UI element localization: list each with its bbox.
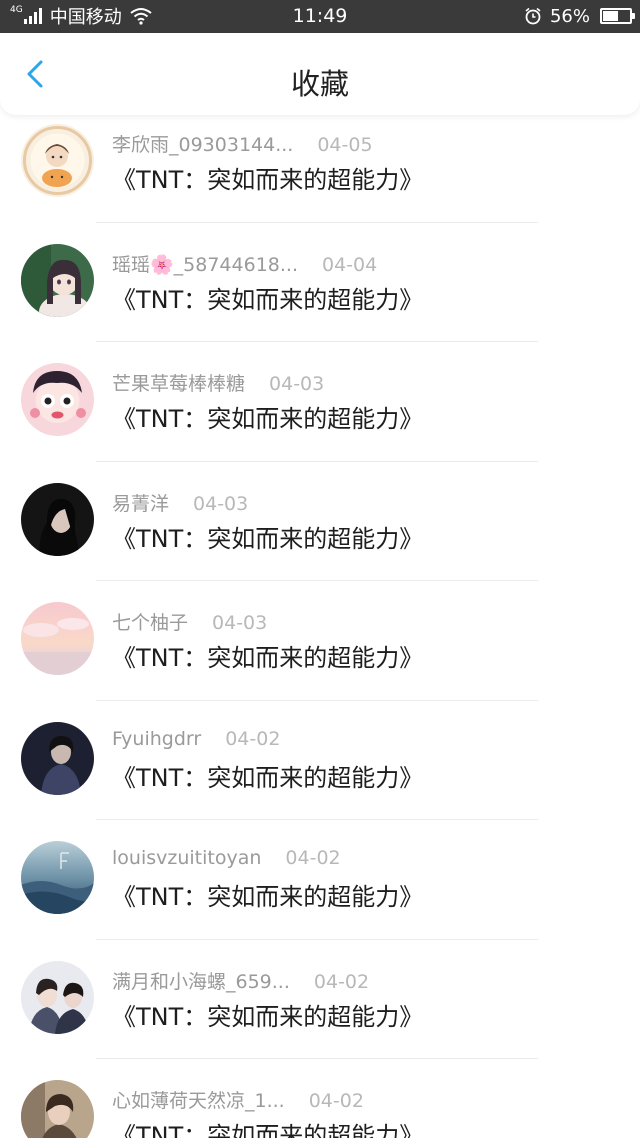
work-title[interactable]: 《TNT：突如而来的超能力》 [112, 160, 423, 195]
favorite-item[interactable]: 瑶瑶🌸_58744618... 04-04 《TNT：突如而来的超能力》 [0, 223, 640, 342]
username[interactable]: 心如薄荷天然凉_1... [112, 1090, 285, 1112]
username[interactable]: 瑶瑶🌸_58744618... [112, 254, 298, 276]
username[interactable]: Fyuihgdrr [112, 728, 201, 750]
work-title[interactable]: 《TNT：突如而来的超能力》 [112, 638, 423, 673]
favorite-date: 04-04 [321, 253, 378, 276]
avatar[interactable] [21, 721, 94, 795]
favorite-item[interactable]: 七个柚子 04-03 《TNT：突如而来的超能力》 [0, 581, 640, 701]
username[interactable]: 易菁洋 [112, 493, 169, 515]
avatar[interactable] [21, 124, 94, 197]
favorite-date: 04-02 [225, 727, 281, 750]
favorite-date: 04-03 [212, 612, 268, 634]
username[interactable]: 李欣雨_09303144... [112, 134, 293, 156]
avatar[interactable] [21, 243, 94, 317]
work-title[interactable]: 《TNT：突如而来的超能力》 [112, 399, 423, 434]
username[interactable]: 七个柚子 [112, 612, 188, 634]
favorite-item[interactable]: 满月和小海螺_659... 04-02 《TNT：突如而来的超能力》 [0, 940, 640, 1059]
favorite-meta: 七个柚子 04-03 [112, 608, 267, 635]
favorite-item[interactable]: 李欣雨_09303144... 04-05 《TNT：突如而来的超能力》 [0, 103, 640, 223]
work-title[interactable]: 《TNT：突如而来的超能力》 [112, 519, 423, 554]
avatar[interactable] [21, 960, 94, 1034]
nav-header: 收藏 [0, 33, 640, 115]
status-bar: 4G 中国移动 11:49 56% [0, 0, 640, 33]
avatar[interactable] [21, 363, 94, 436]
page-title: 收藏 [290, 67, 349, 101]
battery-icon [600, 8, 635, 24]
favorite-meta: 瑶瑶🌸_58744618... 04-04 [112, 250, 377, 277]
avatar[interactable] [21, 1080, 94, 1138]
alarm-icon [525, 7, 541, 25]
favorite-meta: 李欣雨_09303144... 04-05 [112, 130, 373, 157]
status-bar-right: 56% [524, 5, 635, 27]
favorite-date: 04-03 [193, 492, 249, 515]
favorite-item[interactable]: 易菁洋 04-03 《TNT：突如而来的超能力》 [0, 462, 640, 581]
work-title[interactable]: 《TNT：突如而来的超能力》 [112, 758, 423, 793]
favorite-item[interactable]: 芒果草莓棒棒糖 04-03 《TNT：突如而来的超能力》 [0, 342, 640, 462]
favorite-meta: 易菁洋 04-03 [112, 489, 248, 516]
avatar[interactable] [21, 602, 94, 675]
favorite-meta: louisvzuititoyan 04-02 [112, 847, 341, 869]
work-title[interactable]: 《TNT：突如而来的超能力》 [112, 997, 423, 1032]
battery-percent: 56% [549, 5, 590, 27]
username[interactable]: 芒果草莓棒棒糖 [112, 373, 245, 395]
username[interactable]: 满月和小海螺_659... [112, 971, 290, 993]
favorite-meta: 芒果草莓棒棒糖 04-03 [112, 369, 324, 396]
battery-level [603, 11, 618, 21]
work-title[interactable]: 《TNT：突如而来的超能力》 [112, 1116, 423, 1138]
favorite-date: 04-02 [313, 970, 370, 993]
avatar[interactable] [21, 841, 94, 914]
favorite-item[interactable]: louisvzuititoyan 04-02 《TNT：突如而来的超能力》 [0, 820, 640, 940]
work-title[interactable]: 《TNT：突如而来的超能力》 [112, 877, 423, 912]
username[interactable]: louisvzuititoyan [112, 847, 261, 869]
work-title[interactable]: 《TNT：突如而来的超能力》 [112, 280, 423, 315]
favorites-list: 李欣雨_09303144... 04-05 《TNT：突如而来的超能力》 瑶瑶🌸_… [0, 103, 640, 1138]
favorite-date: 04-02 [285, 847, 341, 869]
favorite-item[interactable]: 心如薄荷天然凉_1... 04-02 《TNT：突如而来的超能力》 [0, 1059, 640, 1138]
favorite-date: 04-02 [308, 1090, 364, 1112]
avatar[interactable] [21, 482, 94, 556]
favorite-meta: Fyuihgdrr 04-02 [112, 728, 280, 750]
favorite-date: 04-05 [317, 134, 373, 156]
favorite-date: 04-03 [269, 373, 325, 395]
favorite-meta: 心如薄荷天然凉_1... 04-02 [112, 1086, 364, 1113]
favorite-meta: 满月和小海螺_659... 04-02 [112, 967, 369, 994]
favorite-item[interactable]: Fyuihgdrr 04-02 《TNT：突如而来的超能力》 [0, 701, 640, 820]
